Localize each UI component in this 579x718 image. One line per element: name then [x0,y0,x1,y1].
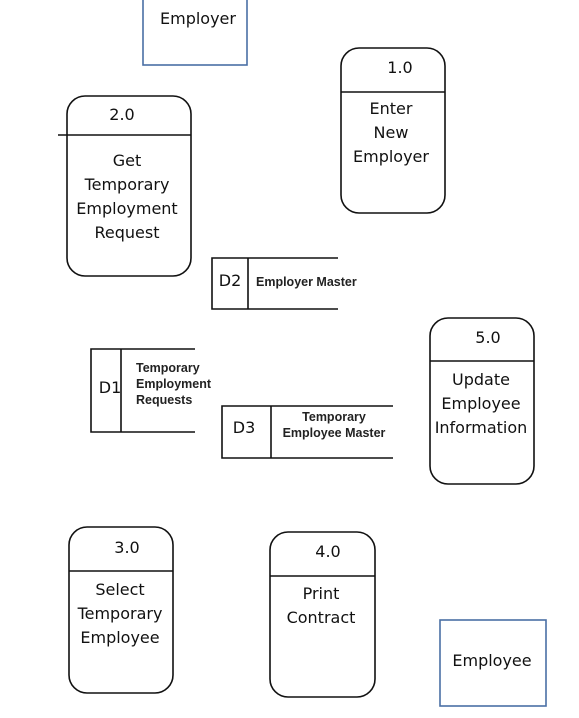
data-store-d1[interactable]: D1 Temporary Employment Requests [90,348,212,433]
process-id: 4.0 [315,542,340,561]
entity-label: Employer [160,9,236,28]
data-store-label-line: Employer Master [256,275,357,289]
process-id: 5.0 [475,328,500,347]
process-label-line: Print [303,584,340,603]
data-store-label-line: Requests [136,393,192,407]
process-label-line: Enter [370,99,413,118]
process-id: 2.0 [109,105,134,124]
process-label-line: New [374,123,409,142]
data-store-label-line: Employee Master [283,426,386,440]
external-entity-employee[interactable]: Employee [439,619,547,707]
data-store-label-line: Employment [136,377,212,391]
process-3-0[interactable]: 3.0 Select Temporary Employee [68,526,174,694]
process-label-line: Request [95,223,160,242]
process-4-0[interactable]: 4.0 Print Contract [269,531,376,698]
data-store-label-line: Temporary [136,361,200,375]
external-entity-employer[interactable]: Employer [142,0,248,66]
process-label-line: Contract [287,608,356,627]
data-store-id: D1 [99,378,122,397]
process-label-line: Employment [76,199,177,218]
process-label-line: Temporary [84,175,170,194]
process-label-line: Temporary [77,604,163,623]
data-store-label-line: Temporary [302,410,366,424]
data-store-d3[interactable]: D3 Temporary Employee Master [221,405,393,459]
process-5-0[interactable]: 5.0 Update Employee Information [429,317,535,485]
process-label-line: Employee [80,628,159,647]
data-store-d2[interactable]: D2 Employer Master [211,257,357,310]
data-store-id: D2 [219,271,242,290]
data-store-id: D3 [233,418,256,437]
process-id: 1.0 [387,58,412,77]
process-label-line: Information [435,418,528,437]
process-label-line: Get [113,151,142,170]
entity-label: Employee [452,651,531,670]
process-label-line: Employee [441,394,520,413]
process-1-0[interactable]: 1.0 Enter New Employer [340,47,446,214]
process-id: 3.0 [114,538,139,557]
process-2-0[interactable]: 2.0 Get Temporary Employment Request [58,95,192,277]
process-label-line: Update [452,370,510,389]
process-label-line: Employer [353,147,429,166]
process-label-line: Select [95,580,144,599]
data-flow-diagram: Employer 1.0 Enter New Employer 2.0 Get … [58,0,547,707]
